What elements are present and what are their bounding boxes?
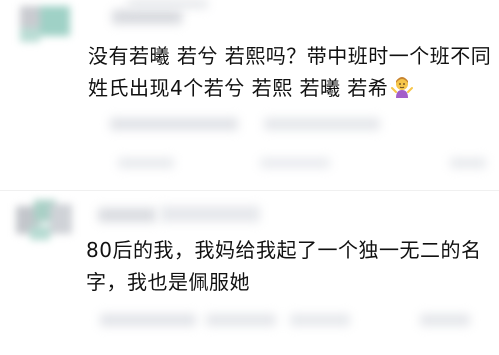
avatar[interactable] (20, 6, 72, 42)
comment-text: 没有若曦 若兮 若熙吗？带中班时一个班不同 姓氏出现4个若兮 若熙 若曦 若希 (88, 40, 491, 104)
username-blurred-secondary (160, 206, 260, 222)
comment-line: 80后的我，我妈给我起了一个独一无二的名 (86, 238, 482, 262)
username-blurred-secondary (128, 0, 208, 8)
comment-meta-blurred (290, 314, 350, 326)
reply-blurred[interactable] (260, 158, 330, 168)
comment-text: 80后的我，我妈给我起了一个独一无二的名 字，我也是佩服她 (86, 234, 481, 298)
comment-line-text: 姓氏出现4个若兮 若熙 若曦 若希 (88, 76, 389, 100)
avatar[interactable] (16, 200, 74, 242)
reply-blurred[interactable] (264, 118, 380, 130)
like-blurred[interactable] (450, 158, 486, 168)
username-blurred[interactable] (112, 10, 182, 24)
comment-line: 姓氏出现4个若兮 若熙 若曦 若希 (88, 72, 491, 104)
comment-feed: 没有若曦 若兮 若熙吗？带中班时一个班不同 姓氏出现4个若兮 若熙 若曦 若希 (0, 0, 499, 355)
woman-shrugging-emoji-icon (391, 77, 414, 98)
comment-line: 字，我也是佩服她 (86, 270, 250, 294)
like-blurred[interactable] (420, 314, 470, 326)
comment-meta-blurred (110, 118, 238, 130)
divider (0, 190, 499, 191)
reply-blurred[interactable] (206, 314, 276, 326)
comment-meta-blurred (100, 314, 196, 326)
username-blurred[interactable] (98, 208, 156, 222)
comment-meta-blurred (118, 158, 174, 168)
comment-line: 没有若曦 若兮 若熙吗？带中班时一个班不同 (88, 44, 492, 68)
